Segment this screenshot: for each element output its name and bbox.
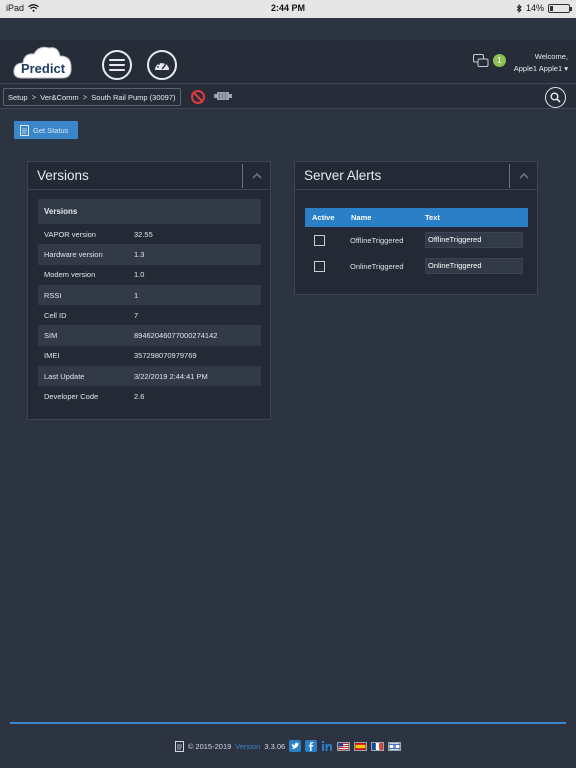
israel-flag-icon[interactable]	[388, 741, 402, 751]
linkedin-icon[interactable]	[321, 740, 333, 752]
battery-icon	[548, 3, 572, 13]
search-button[interactable]	[545, 87, 566, 108]
chevron-up-icon	[251, 173, 262, 179]
versions-table-header: Versions	[38, 199, 261, 224]
document-icon[interactable]	[174, 740, 184, 752]
pump-device-icon[interactable]	[214, 90, 232, 102]
footer: © 2015-2019 Version 3.3.06	[0, 738, 576, 754]
notification-badge[interactable]: 1	[493, 54, 506, 67]
facebook-icon[interactable]	[305, 740, 318, 752]
alerts-table: Active Name Text OfflineTriggered Offlin…	[305, 208, 528, 279]
alert-name: OnlineTriggered	[350, 261, 404, 271]
clock: 2:44 PM	[270, 3, 305, 13]
spain-flag-icon[interactable]	[354, 741, 368, 751]
logo-text: Predict	[20, 61, 66, 76]
user-menu[interactable]: Welcome, Apple1 Apple1 ▾	[514, 51, 568, 75]
alert-name: OfflineTriggered	[350, 235, 404, 245]
document-icon	[20, 124, 29, 136]
active-checkbox[interactable]	[314, 234, 325, 246]
column-active: Active	[312, 213, 335, 222]
battery-percent: 14%	[525, 3, 544, 13]
chevron-up-icon	[518, 173, 529, 179]
chevron-right-icon: >	[31, 92, 37, 102]
table-row: Modem version 1.0	[44, 270, 145, 280]
versions-title: Versions	[37, 168, 89, 183]
ios-status-bar: iPad 2:44 PM 14%	[0, 0, 576, 18]
footer-divider	[10, 722, 566, 724]
table-row: OfflineTriggered OfflineTriggered	[305, 227, 528, 253]
dashboard-button[interactable]	[147, 50, 177, 80]
table-row: RSSI 1	[38, 284, 261, 306]
get-status-label: Get Status	[33, 125, 69, 135]
no-entry-icon[interactable]	[190, 89, 206, 105]
breadcrumb-item-device[interactable]: South Rail Pump (30097)	[91, 93, 175, 102]
table-row: SIM 89462046077000274142	[38, 325, 261, 346]
alerts-table-header: Active Name Text	[305, 208, 528, 227]
us-flag-icon[interactable]	[337, 741, 351, 751]
table-row: OnlineTriggered OnlineTriggered	[305, 253, 528, 279]
breadcrumb-bar: Setup > Ver&Comm > South Rail Pump (3009…	[0, 85, 576, 109]
active-checkbox[interactable]	[314, 260, 325, 272]
server-alerts-panel: Server Alerts Active Name Text OfflineTr…	[294, 161, 538, 295]
table-row: Developer Code 2.6	[44, 392, 145, 402]
caret-down-icon: ▾	[564, 64, 568, 73]
alert-text-field[interactable]: OnlineTriggered	[425, 258, 523, 274]
hamburger-icon	[109, 59, 125, 71]
predict-logo[interactable]: Predict	[12, 42, 74, 82]
copyright: © 2015-2019	[187, 741, 232, 751]
app-header: Predict 1 Welcome, Apple1 Apple1 ▾	[0, 40, 576, 84]
menu-button[interactable]	[102, 50, 132, 80]
search-icon	[550, 92, 561, 103]
table-row: IMEI 357298070979769	[44, 351, 197, 361]
alert-text-field[interactable]: OfflineTriggered	[425, 232, 523, 248]
bluetooth-icon	[516, 3, 522, 13]
breadcrumb-item-vercomm[interactable]: Ver&Comm	[40, 93, 78, 102]
welcome-label: Welcome,	[534, 52, 568, 61]
speedometer-icon	[155, 61, 169, 70]
column-name: Name	[351, 213, 372, 222]
version-label: Version	[235, 741, 261, 751]
table-row: Cell ID 7	[44, 310, 139, 320]
version-number: 3.3.06	[264, 741, 286, 751]
collapse-versions-button[interactable]	[242, 164, 270, 188]
breadcrumb: Setup > Ver&Comm > South Rail Pump (3009…	[3, 88, 181, 106]
breadcrumb-item-setup[interactable]: Setup	[8, 93, 28, 102]
versions-panel: Versions Versions VAPOR version 32.55 Har…	[27, 161, 271, 420]
table-row: Hardware version 1.3	[38, 244, 261, 265]
chevron-right-icon: >	[82, 92, 88, 102]
collapse-alerts-button[interactable]	[509, 164, 537, 188]
user-name: Apple1 Apple1	[513, 64, 563, 73]
server-alerts-title: Server Alerts	[304, 168, 382, 183]
table-row: VAPOR version 32.55	[44, 229, 153, 239]
versions-table: Versions VAPOR version 32.55 Hardware ver…	[38, 199, 261, 407]
get-status-button[interactable]: Get Status	[14, 121, 78, 139]
table-row: Last Update 3/22/2019 2:44:41 PM	[38, 366, 261, 387]
chat-icon[interactable]	[473, 54, 489, 68]
twitter-icon[interactable]	[289, 740, 302, 752]
france-flag-icon[interactable]	[371, 741, 385, 751]
column-text: Text	[425, 213, 440, 222]
